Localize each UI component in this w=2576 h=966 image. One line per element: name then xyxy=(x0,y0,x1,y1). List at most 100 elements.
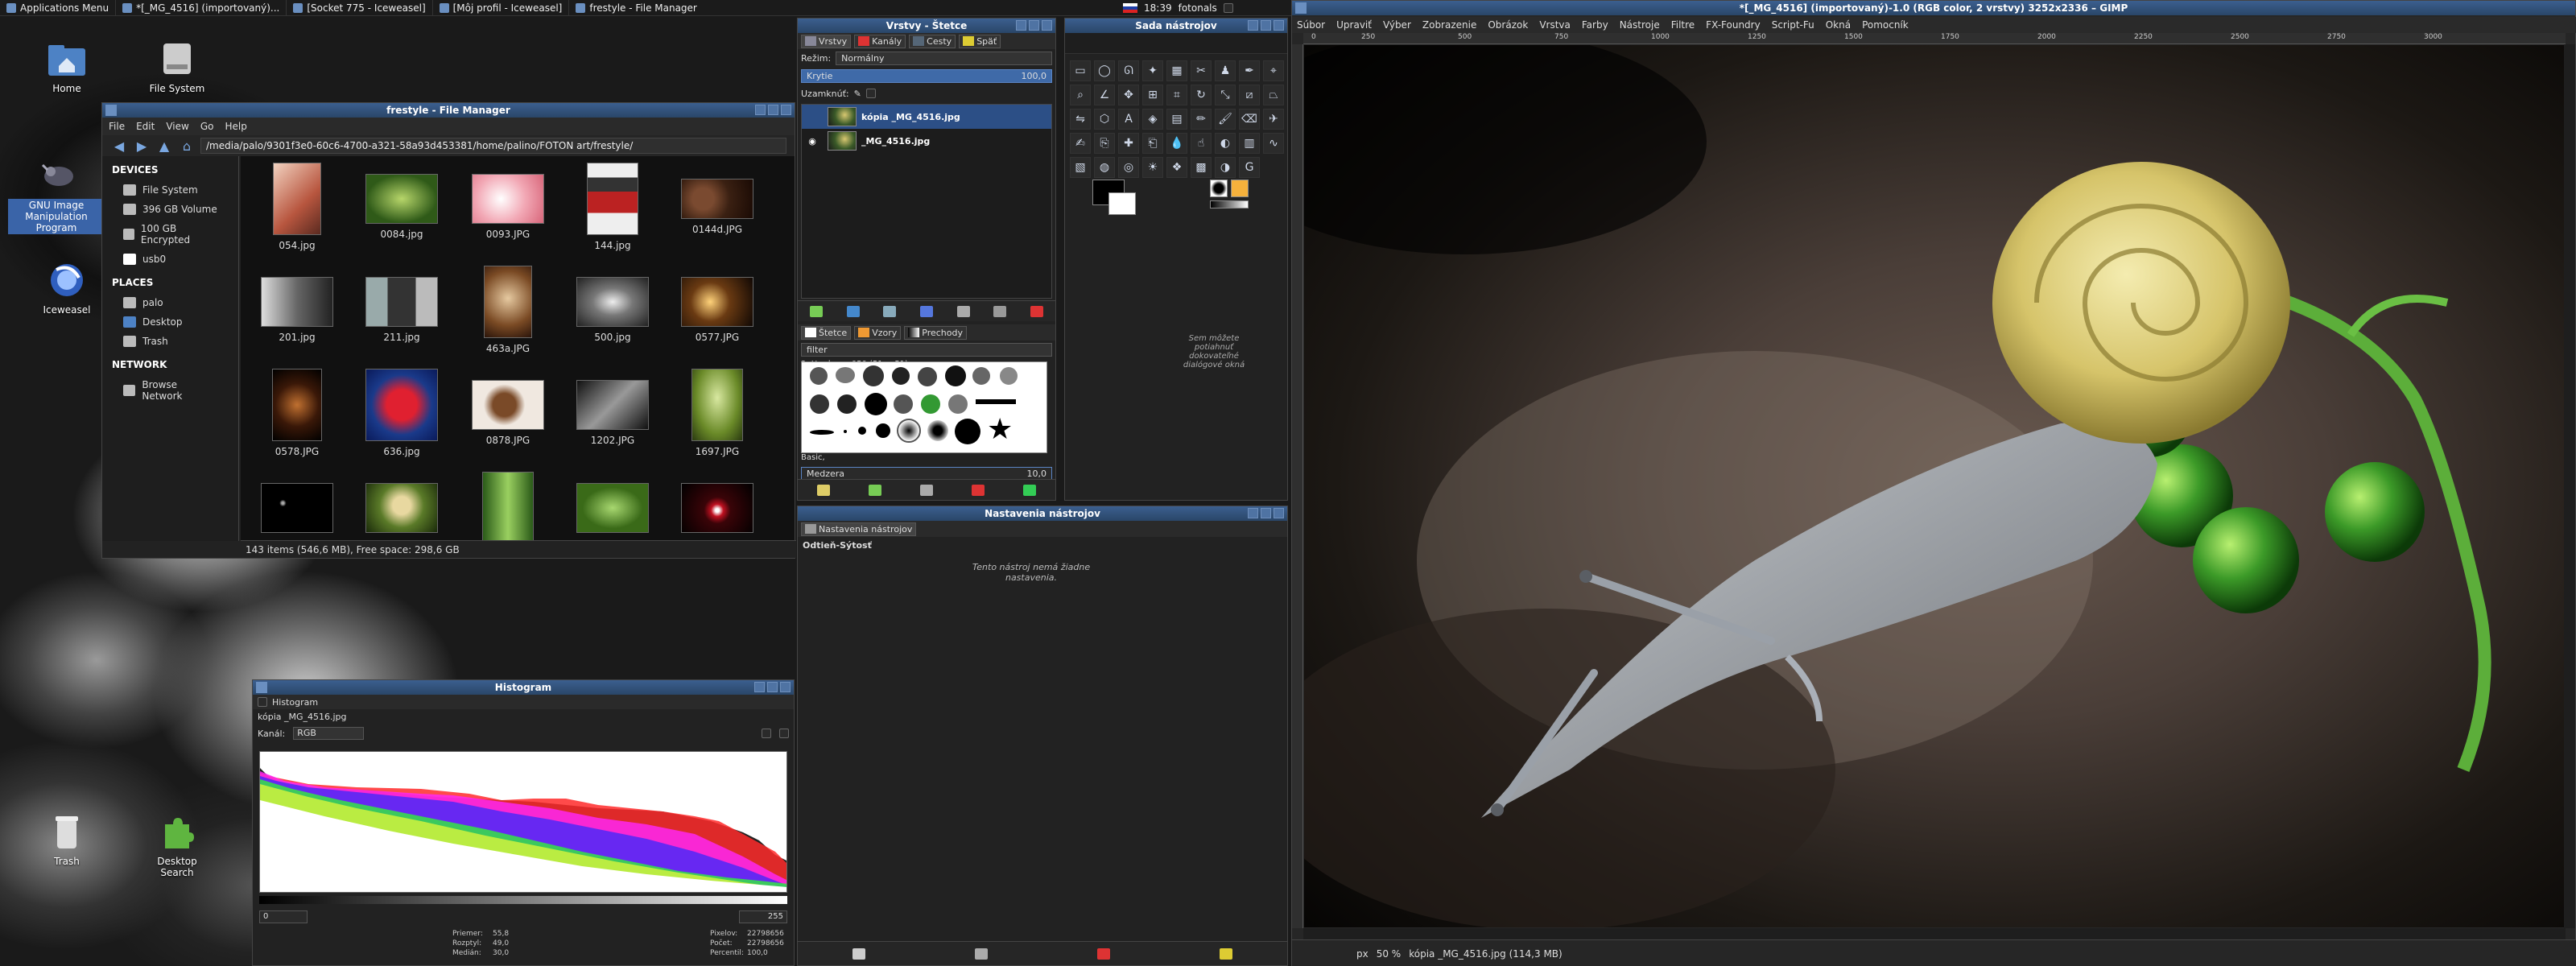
hue-saturation-tool-icon[interactable]: ◍ xyxy=(1094,157,1115,178)
menu-obrazok[interactable]: Obrázok xyxy=(1488,19,1528,31)
file-item[interactable]: 1202.JPG xyxy=(564,369,661,446)
maximize-icon[interactable] xyxy=(1261,508,1271,518)
threshold-tool-icon[interactable]: ▧ xyxy=(1070,157,1091,178)
desktop-icon-iceweasel[interactable]: Iceweasel xyxy=(27,262,107,316)
brush-preview[interactable] xyxy=(927,420,948,441)
restore-options-icon[interactable] xyxy=(975,947,988,960)
save-options-icon[interactable] xyxy=(852,947,865,960)
perspective-clone-tool-icon[interactable]: ⎗ xyxy=(1142,133,1163,154)
desktop-icon-file-system[interactable]: File System xyxy=(137,40,217,95)
pencil-tool-icon[interactable]: ✏ xyxy=(1191,109,1212,130)
crop-tool-icon[interactable]: ⌗ xyxy=(1166,85,1187,105)
file-item[interactable] xyxy=(564,472,661,538)
task-iceweasel-profile[interactable]: [Môj profil - Iceweasel] xyxy=(431,0,569,16)
brush-preview[interactable] xyxy=(844,430,847,433)
brush-preview[interactable] xyxy=(892,367,910,385)
brush-preview[interactable] xyxy=(945,365,966,386)
desktop-icon-home[interactable]: Home xyxy=(27,40,107,95)
smudge-tool-icon[interactable]: ☝ xyxy=(1191,133,1212,154)
up-arrow-icon[interactable]: ▲ xyxy=(155,138,173,154)
file-item[interactable]: 144.jpg xyxy=(564,163,661,251)
file-item[interactable]: 201.jpg xyxy=(249,266,345,343)
side-item-100-encrypted[interactable]: 100 GB Encrypted xyxy=(102,219,238,250)
file-item[interactable]: 463a.JPG xyxy=(460,266,556,354)
tab-gradients[interactable]: Prechody xyxy=(904,325,967,340)
brush-preview[interactable] xyxy=(921,394,940,414)
minimize-icon[interactable] xyxy=(755,105,766,115)
brush-preview[interactable] xyxy=(836,367,855,383)
menu-help[interactable]: Help xyxy=(225,121,246,132)
brush-preview[interactable] xyxy=(918,367,937,386)
side-item-usb0[interactable]: usb0 xyxy=(102,250,238,269)
tab-brushes[interactable]: Štetce xyxy=(801,325,852,340)
flip-tool-icon[interactable]: ⇋ xyxy=(1070,109,1091,130)
side-item-browse-network[interactable]: Browse Network xyxy=(102,375,238,406)
menu-upravit[interactable]: Upraviť xyxy=(1336,19,1372,31)
file-item[interactable]: 0084.jpg xyxy=(353,163,450,240)
layer-row[interactable]: kópia _MG_4516.jpg xyxy=(802,105,1051,129)
task-gimp[interactable]: *[_MG_4516] (importovaný)... xyxy=(115,0,286,16)
brush-preview[interactable] xyxy=(976,399,1016,404)
file-item[interactable] xyxy=(249,472,345,538)
menu-subor[interactable]: Súbor xyxy=(1297,19,1325,31)
menu-file[interactable]: File xyxy=(109,121,125,132)
histogram-titlebar[interactable]: Histogram xyxy=(253,680,794,695)
file-item[interactable] xyxy=(669,472,766,538)
close-icon[interactable] xyxy=(1042,20,1052,31)
side-item-desktop[interactable]: Desktop xyxy=(102,312,238,332)
keyboard-layout-flag-icon[interactable] xyxy=(1123,3,1137,13)
gimp-titlebar[interactable]: *[_MG_4516] (importovaný)-1.0 (RGB color… xyxy=(1292,1,2575,15)
close-icon[interactable] xyxy=(1274,508,1284,518)
brush-preview[interactable] xyxy=(810,394,829,414)
file-item[interactable]: 0577.JPG xyxy=(669,266,766,343)
raise-layer-icon[interactable] xyxy=(883,305,897,317)
new-layer-group-icon[interactable] xyxy=(846,305,860,317)
dodge-burn-tool-icon[interactable]: ◐ xyxy=(1215,133,1236,154)
zoom-select[interactable]: 50 % xyxy=(1377,948,1402,960)
cage-tool-icon[interactable]: ⬡ xyxy=(1094,109,1115,130)
duplicate-layer-icon[interactable] xyxy=(956,305,970,317)
range-min-spinner[interactable]: 0 xyxy=(259,910,308,923)
file-item[interactable]: 636.jpg xyxy=(353,369,450,457)
paintbrush-tool-icon[interactable]: 🖌 xyxy=(1215,109,1236,130)
side-item-file-system[interactable]: File System xyxy=(102,180,238,200)
maximize-icon[interactable] xyxy=(1261,20,1271,31)
brush-preview[interactable] xyxy=(837,394,857,414)
rect-select-tool-icon[interactable]: ▭ xyxy=(1070,60,1091,81)
text-tool-icon[interactable]: A xyxy=(1118,109,1139,130)
desaturate-tool-icon[interactable]: ◑ xyxy=(1215,157,1236,178)
applications-menu-button[interactable]: Applications Menu xyxy=(0,0,115,16)
color-select-tool-icon[interactable]: ▦ xyxy=(1166,60,1187,81)
star-brush-icon[interactable]: ★ xyxy=(987,415,1013,444)
perspective-tool-icon[interactable]: ⏢ xyxy=(1263,85,1284,105)
task-file-manager[interactable]: frestyle - File Manager xyxy=(568,0,704,16)
desktop-icon-gimp[interactable]: GNU Image Manipulation Program xyxy=(8,157,105,234)
curves-tool-icon[interactable]: ∿ xyxy=(1263,133,1284,154)
file-item[interactable]: 500.jpg xyxy=(564,266,661,343)
logout-icon[interactable] xyxy=(1223,3,1233,13)
close-icon[interactable] xyxy=(781,105,791,115)
brush-preview[interactable] xyxy=(865,393,887,415)
move-tool-icon[interactable]: ✥ xyxy=(1118,85,1139,105)
edit-brush-icon[interactable] xyxy=(817,484,830,496)
levels-tool-icon[interactable]: ▥ xyxy=(1239,133,1260,154)
menu-zobrazenie[interactable]: Zobrazenie xyxy=(1422,19,1476,31)
maximize-icon[interactable] xyxy=(767,682,778,692)
side-item-palo[interactable]: palo xyxy=(102,293,238,312)
file-item[interactable] xyxy=(353,472,450,538)
eraser-tool-icon[interactable]: ⌫ xyxy=(1239,109,1260,130)
file-item[interactable]: 0578.JPG xyxy=(249,369,345,457)
posterize-tool-icon[interactable]: ▩ xyxy=(1191,157,1212,178)
brush-preview-selected[interactable] xyxy=(897,419,921,443)
linear-scale-icon[interactable] xyxy=(762,729,771,738)
scissors-tool-icon[interactable]: ✂ xyxy=(1191,60,1212,81)
unit-select[interactable]: px xyxy=(1356,948,1368,960)
file-item[interactable]: 211.jpg xyxy=(353,266,450,343)
colorize-tool-icon[interactable]: ❖ xyxy=(1166,157,1187,178)
menu-script-fu[interactable]: Script-Fu xyxy=(1772,19,1814,31)
layers-dock-titlebar[interactable]: Vrstvy - Štetce xyxy=(798,19,1055,33)
lock-alpha-icon[interactable] xyxy=(865,89,876,98)
file-item[interactable]: 0878.JPG xyxy=(460,369,556,446)
mode-select[interactable]: Normálny xyxy=(836,51,1052,65)
active-pattern-preview[interactable] xyxy=(1231,180,1249,197)
